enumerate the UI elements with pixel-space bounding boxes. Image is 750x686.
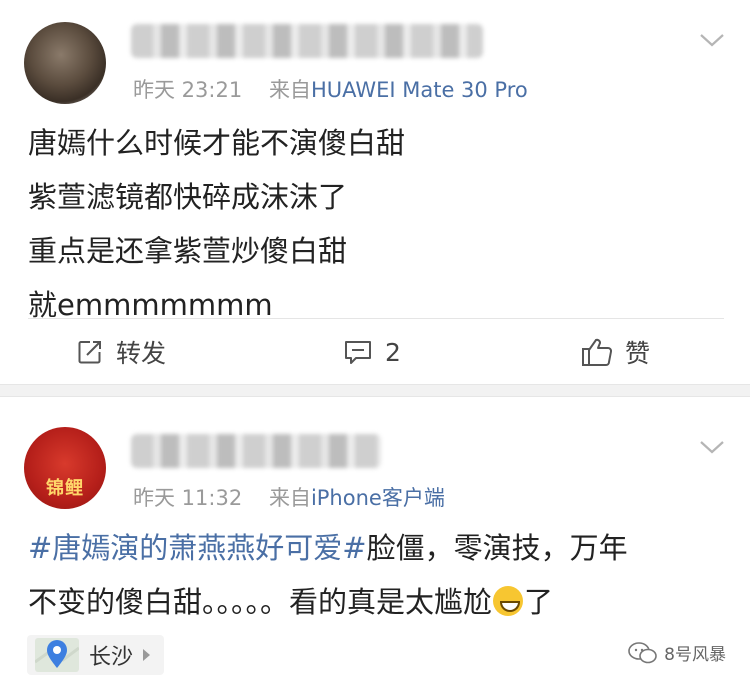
weibo-post: 锦鲤 昨天 11:32 来自iPhone客户端 #唐嫣演的萧燕燕好可爱#脸僵，零… <box>0 397 750 686</box>
post-time: 昨天 11:32 <box>133 486 243 510</box>
comment-count: 2 <box>385 337 401 367</box>
post-source[interactable]: HUAWEI Mate 30 Pro <box>311 78 528 102</box>
post-meta: 昨天 23:21 来自HUAWEI Mate 30 Pro <box>133 74 528 104</box>
watermark-text: 8号风暴 <box>664 645 726 665</box>
content-text: 脸僵，零演技，万年 <box>366 531 628 565</box>
comment-icon <box>345 341 371 364</box>
content-text: 了 <box>524 585 554 619</box>
avatar[interactable] <box>24 22 106 104</box>
like-label: 赞 <box>625 339 651 368</box>
topic-hashtag-link[interactable]: #唐嫣演的萧燕燕好可爱# <box>28 531 367 565</box>
wechat-icon <box>628 641 657 663</box>
chevron-down-icon[interactable] <box>698 437 726 457</box>
like-button[interactable]: 赞 <box>581 336 650 368</box>
content-line: 重点是还拿紫萱炒傻白甜 <box>28 234 348 268</box>
content-text: 不变的傻白甜。。。。。看的真是太尴尬 <box>28 585 493 619</box>
avatar[interactable]: 锦鲤 <box>24 427 106 509</box>
avatar-text: 锦鲤 <box>46 478 84 499</box>
thumbs-up-icon <box>582 338 612 366</box>
weibo-post: 昨天 23:21 来自HUAWEI Mate 30 Pro 唐嫣什么时候才能不演… <box>0 0 750 384</box>
content-line: 不变的傻白甜。。。。。看的真是太尴尬了 <box>28 575 728 629</box>
content-line: 紫萱滤镜都快碎成沫沫了 <box>28 180 348 214</box>
username-blurred[interactable] <box>131 434 381 468</box>
post-content: 唐嫣什么时候才能不演傻白甜 紫萱滤镜都快碎成沫沫了 重点是还拿紫萱炒傻白甜 就e… <box>28 116 728 332</box>
repost-button[interactable]: 转发 <box>76 336 166 368</box>
source-prefix: 来自 <box>268 486 311 510</box>
post-source[interactable]: iPhone客户端 <box>311 486 445 510</box>
source-prefix: 来自 <box>268 78 311 102</box>
map-pin-icon <box>35 638 79 672</box>
post-separator <box>0 384 750 397</box>
post-time: 昨天 23:21 <box>133 78 243 102</box>
username-blurred[interactable] <box>131 24 483 58</box>
location-tag[interactable]: 长沙 <box>27 635 165 675</box>
content-line: 唐嫣什么时候才能不演傻白甜 <box>28 126 406 160</box>
comment-button[interactable]: 2 <box>343 336 401 368</box>
sweat-smile-emoji-icon <box>493 586 524 616</box>
watermark: 8号风暴 <box>628 640 726 665</box>
chevron-down-icon[interactable] <box>698 30 726 50</box>
content-line: 就emmmmmmm <box>28 288 273 322</box>
repost-label: 转发 <box>116 339 167 368</box>
chevron-right-icon <box>143 649 151 661</box>
repost-icon <box>78 341 101 364</box>
location-label: 长沙 <box>89 645 134 670</box>
post-content: #唐嫣演的萧燕燕好可爱#脸僵，零演技，万年 不变的傻白甜。。。。。看的真是太尴尬… <box>28 521 728 629</box>
content-line: #唐嫣演的萧燕燕好可爱#脸僵，零演技，万年 <box>28 521 728 575</box>
post-meta: 昨天 11:32 来自iPhone客户端 <box>133 482 445 512</box>
divider <box>28 318 724 319</box>
